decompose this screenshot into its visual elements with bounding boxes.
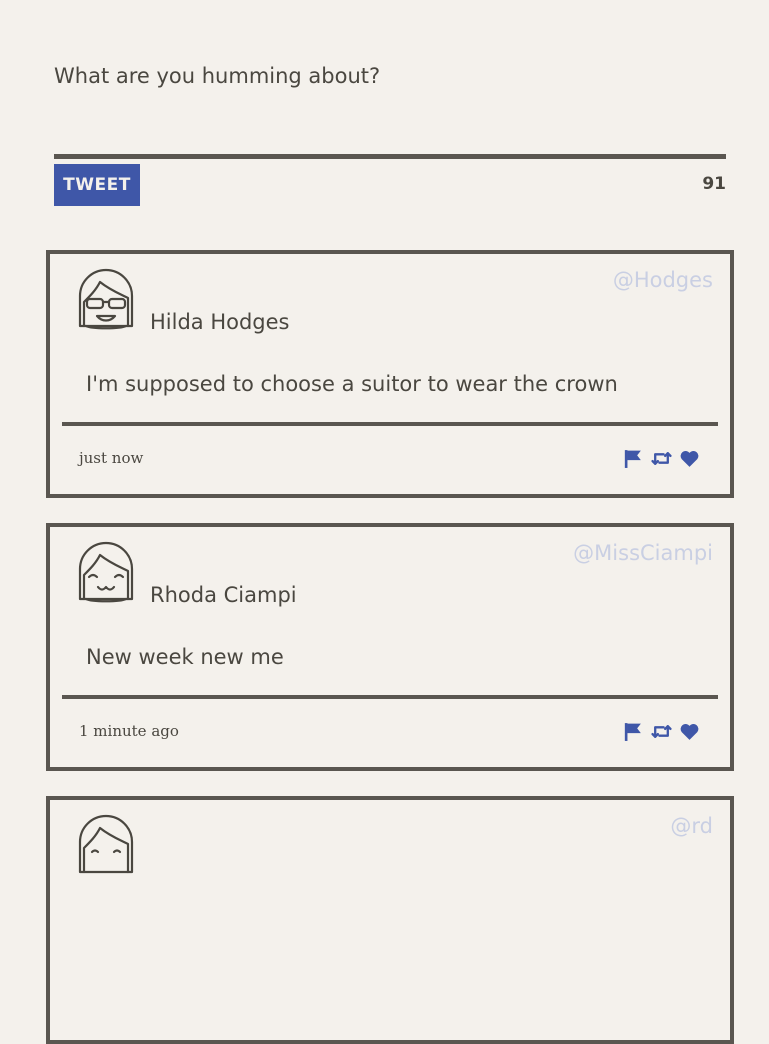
heart-icon[interactable] <box>679 721 700 742</box>
tweet-actions <box>623 721 700 742</box>
tweet-input[interactable] <box>54 60 726 92</box>
tweet-card: Rhoda Ciampi @MissCiampi New week new me… <box>46 523 734 771</box>
tweet-composer: TWEET 91 <box>54 60 726 206</box>
heart-icon[interactable] <box>679 448 700 469</box>
avatar-icon <box>78 814 134 874</box>
timestamp: 1 minute ago <box>79 722 179 740</box>
character-count: 91 <box>702 174 726 194</box>
tweet-button[interactable]: TWEET <box>54 164 140 206</box>
card-divider <box>62 695 718 699</box>
retweet-icon[interactable] <box>651 721 672 742</box>
tweet-text: New week new me <box>86 645 284 669</box>
flag-icon[interactable] <box>623 448 644 469</box>
display-name: Hilda Hodges <box>150 310 290 334</box>
tweet-text: I'm supposed to choose a suitor to wear … <box>86 372 618 396</box>
display-name: Rhoda Ciampi <box>150 583 297 607</box>
card-divider <box>62 422 718 426</box>
user-handle[interactable]: @rd <box>670 814 713 838</box>
tweet-card: Hilda Hodges @Hodges I'm supposed to cho… <box>46 250 734 498</box>
user-handle[interactable]: @Hodges <box>613 268 713 292</box>
avatar-smiling-icon <box>78 541 134 603</box>
timestamp: just now <box>79 449 144 467</box>
tweet-actions <box>623 448 700 469</box>
tweet-card: @rd <box>46 796 734 1044</box>
flag-icon[interactable] <box>623 721 644 742</box>
retweet-icon[interactable] <box>651 448 672 469</box>
composer-divider <box>54 154 726 159</box>
user-handle[interactable]: @MissCiampi <box>573 541 713 565</box>
avatar-sunglasses-icon <box>78 268 134 330</box>
